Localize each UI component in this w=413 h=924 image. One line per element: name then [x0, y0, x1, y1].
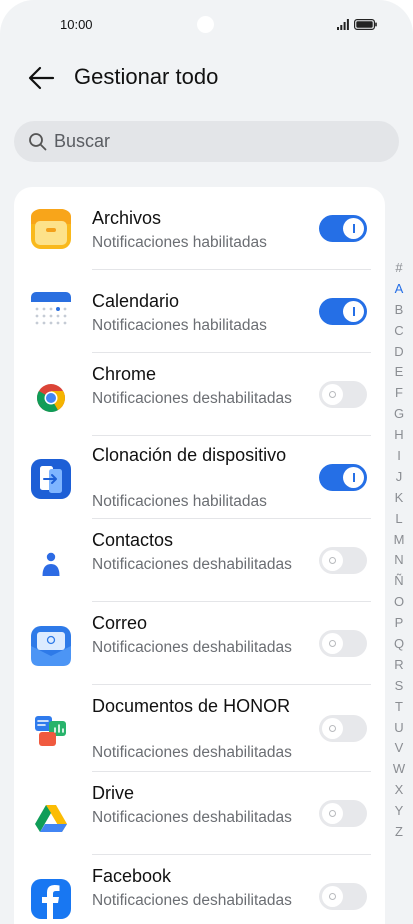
- list-item-calendario[interactable]: Calendario Notificaciones habilitadas: [14, 270, 385, 353]
- toggle-knob: [322, 550, 343, 571]
- alphabet-letter[interactable]: V: [388, 738, 410, 759]
- list-item-drive[interactable]: Drive Notificaciones deshabilitadas: [14, 772, 385, 855]
- app-name: Contactos: [92, 530, 174, 550]
- toggle-knob: [322, 384, 343, 405]
- notification-status: Notificaciones habilitadas: [92, 493, 267, 510]
- page-title: Gestionar todo: [74, 64, 219, 89]
- alphabet-letter[interactable]: Z: [388, 822, 410, 843]
- alphabet-letter[interactable]: M: [388, 530, 410, 551]
- facebook-icon: [31, 879, 71, 919]
- search-bar[interactable]: [14, 121, 399, 162]
- toggle-knob: [322, 886, 343, 907]
- list-item-archivos[interactable]: Archivos Notificaciones habilitadas: [14, 187, 385, 270]
- app-name: Clonación de dispositivo: [92, 445, 287, 465]
- contacts-icon: [42, 552, 60, 576]
- notifications-toggle[interactable]: [319, 715, 367, 742]
- list-item-clonacion[interactable]: Clonación de dispositivo Notificaciones …: [14, 436, 385, 519]
- alphabet-letter[interactable]: L: [388, 509, 410, 530]
- app-name: Chrome: [92, 364, 157, 384]
- toggle-knob: [322, 633, 343, 654]
- notification-status: Notificaciones deshabilitadas: [92, 390, 292, 407]
- toggle-knob: [322, 803, 343, 824]
- alphabet-letter[interactable]: H: [388, 425, 410, 446]
- list-item-correo[interactable]: Correo Notificaciones deshabilitadas: [14, 602, 385, 685]
- battery-icon: [354, 19, 377, 30]
- notifications-toggle[interactable]: [319, 883, 367, 910]
- alphabet-letter[interactable]: P: [388, 613, 410, 634]
- list-item-facebook[interactable]: Facebook Notificaciones deshabilitadas: [14, 855, 385, 924]
- notification-status: Notificaciones deshabilitadas: [92, 809, 292, 826]
- signal-icon: [337, 19, 349, 30]
- app-name: Facebook: [92, 866, 172, 886]
- alphabet-letter[interactable]: A: [388, 279, 410, 300]
- alphabet-letter[interactable]: J: [388, 467, 410, 488]
- list-item-contactos[interactable]: Contactos Notificaciones deshabilitadas: [14, 519, 385, 602]
- notifications-toggle[interactable]: [319, 547, 367, 574]
- alphabet-letter[interactable]: O: [388, 592, 410, 613]
- notification-status: Notificaciones deshabilitadas: [92, 556, 292, 573]
- alphabet-letter[interactable]: T: [388, 697, 410, 718]
- alphabet-letter[interactable]: B: [388, 300, 410, 321]
- alphabet-letter[interactable]: S: [388, 676, 410, 697]
- notification-status: Notificaciones habilitadas: [92, 317, 267, 334]
- app-name: Archivos: [92, 208, 162, 228]
- alphabet-letter[interactable]: G: [388, 404, 410, 425]
- app-name: Calendario: [92, 291, 180, 311]
- mail-icon: [31, 626, 71, 666]
- search-input[interactable]: [54, 121, 384, 162]
- alphabet-letter[interactable]: Y: [388, 801, 410, 822]
- calendar-icon: [31, 292, 71, 332]
- files-icon: [31, 209, 71, 249]
- toggle-knob: [343, 467, 364, 488]
- alphabet-letter[interactable]: X: [388, 780, 410, 801]
- notifications-toggle[interactable]: [319, 464, 367, 491]
- alphabet-letter[interactable]: U: [388, 718, 410, 739]
- phone-screen: 10:00 Gestionar todo Buscar Archivos Not…: [0, 0, 413, 924]
- alphabet-letter[interactable]: N: [388, 550, 410, 571]
- back-arrow-icon[interactable]: [26, 63, 56, 93]
- toggle-knob: [343, 301, 364, 322]
- device-clone-icon: [31, 459, 71, 499]
- alphabet-letter[interactable]: C: [388, 321, 410, 342]
- app-name: Correo: [92, 613, 148, 633]
- alphabet-letter[interactable]: I: [388, 446, 410, 467]
- alphabet-letter[interactable]: E: [388, 362, 410, 383]
- notifications-toggle[interactable]: [319, 298, 367, 325]
- search-icon: [29, 133, 47, 151]
- alphabet-letter[interactable]: K: [388, 488, 410, 509]
- alphabet-index[interactable]: # A B C D E F G H I J K L M N Ñ O P Q R S T U V W X Y Z: [388, 258, 410, 843]
- alphabet-letter[interactable]: F: [388, 383, 410, 404]
- alphabet-letter[interactable]: Ñ: [388, 571, 410, 592]
- alphabet-letter[interactable]: Q: [388, 634, 410, 655]
- app-name: Drive: [92, 783, 135, 803]
- notification-status: Notificaciones deshabilitadas: [92, 744, 292, 761]
- chrome-icon: [37, 384, 65, 412]
- front-camera: [197, 16, 214, 33]
- status-time: 10:00: [60, 17, 93, 32]
- drive-icon: [35, 805, 67, 832]
- notifications-toggle[interactable]: [319, 630, 367, 657]
- notifications-toggle[interactable]: [319, 800, 367, 827]
- notification-status: Notificaciones deshabilitadas: [92, 639, 292, 656]
- alphabet-letter[interactable]: W: [388, 759, 410, 780]
- toggle-knob: [322, 718, 343, 739]
- alphabet-letter[interactable]: D: [388, 342, 410, 363]
- notification-status: Notificaciones deshabilitadas: [92, 892, 292, 909]
- list-item-documentos-honor[interactable]: Documentos de HONOR Notificaciones desha…: [14, 685, 385, 772]
- app-name: Documentos de HONOR: [92, 696, 291, 716]
- notification-status: Notificaciones habilitadas: [92, 234, 267, 251]
- alphabet-letter[interactable]: R: [388, 655, 410, 676]
- notifications-toggle[interactable]: [319, 381, 367, 408]
- list-item-chrome[interactable]: Chrome Notificaciones deshabilitadas: [14, 353, 385, 436]
- honor-docs-icon: [35, 716, 66, 746]
- header: Gestionar todo: [0, 55, 413, 100]
- notifications-toggle[interactable]: [319, 215, 367, 242]
- app-list: Archivos Notificaciones habilitadas Cale…: [14, 187, 385, 924]
- toggle-knob: [343, 218, 364, 239]
- alphabet-letter[interactable]: #: [388, 258, 410, 279]
- status-bar: 10:00: [0, 0, 413, 50]
